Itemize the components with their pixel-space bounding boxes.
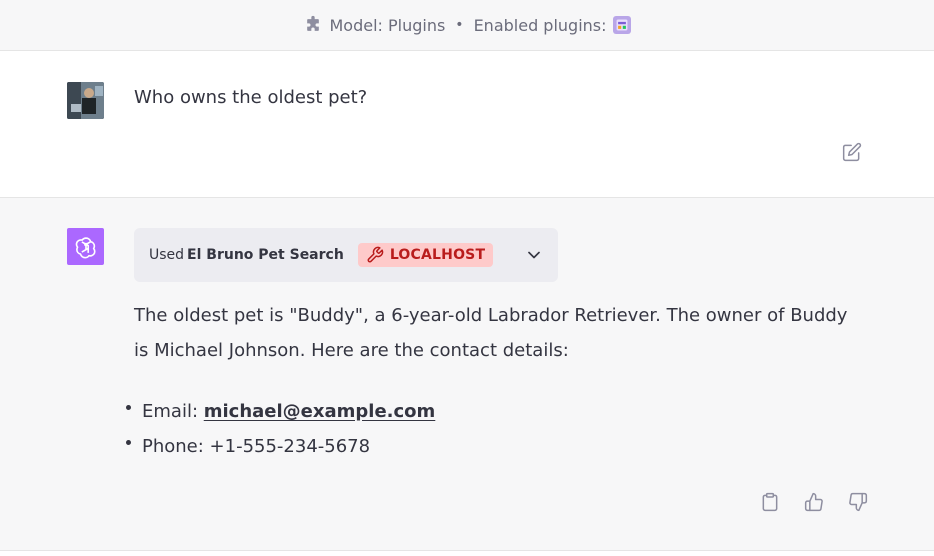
phone-label: Phone: <box>142 436 210 457</box>
puzzle-icon <box>307 15 320 31</box>
clipboard-icon[interactable] <box>760 492 780 512</box>
message-actions <box>760 492 868 512</box>
email-link[interactable]: michael@example.com <box>204 401 436 422</box>
user-message-text: Who owns the oldest pet? <box>134 87 368 108</box>
model-label: Model: Plugins <box>329 15 446 35</box>
model-bar: Model: Plugins • Enabled plugins: <box>0 0 934 51</box>
user-avatar <box>67 82 104 119</box>
openai-logo-icon <box>67 228 104 265</box>
enabled-plugins-label: Enabled plugins: <box>473 15 607 35</box>
localhost-badge-text: LOCALHOST <box>389 247 486 263</box>
plugin-usage-pill[interactable]: Used El Bruno Pet Search LOCALHOST <box>134 228 558 282</box>
user-message-row: Who owns the oldest pet? <box>0 51 934 198</box>
thumbs-up-icon[interactable] <box>804 492 824 512</box>
list-item-email: Email: michael@example.com <box>120 394 435 429</box>
assistant-message-row: Used El Bruno Pet Search LOCALHOST The o… <box>0 198 934 551</box>
thumbs-down-icon[interactable] <box>848 492 868 512</box>
chevron-down-icon[interactable] <box>524 245 544 265</box>
separator-dot: • <box>455 17 464 33</box>
email-label: Email: <box>142 401 204 422</box>
contact-list: Email: michael@example.com Phone: +1-555… <box>120 394 435 464</box>
plugin-name: El Bruno Pet Search <box>187 247 344 263</box>
phone-value: +1-555-234-5678 <box>209 436 371 457</box>
plugin-thumbnail-icon[interactable] <box>612 16 631 34</box>
list-item-phone: Phone: +1-555-234-5678 <box>120 429 435 464</box>
plugin-used-prefix: Used <box>149 247 185 263</box>
assistant-answer-paragraph: The oldest pet is "Buddy", a 6-year-old … <box>134 305 848 361</box>
edit-icon[interactable] <box>842 142 862 162</box>
localhost-badge: LOCALHOST <box>357 243 494 267</box>
wrench-icon <box>367 246 384 263</box>
